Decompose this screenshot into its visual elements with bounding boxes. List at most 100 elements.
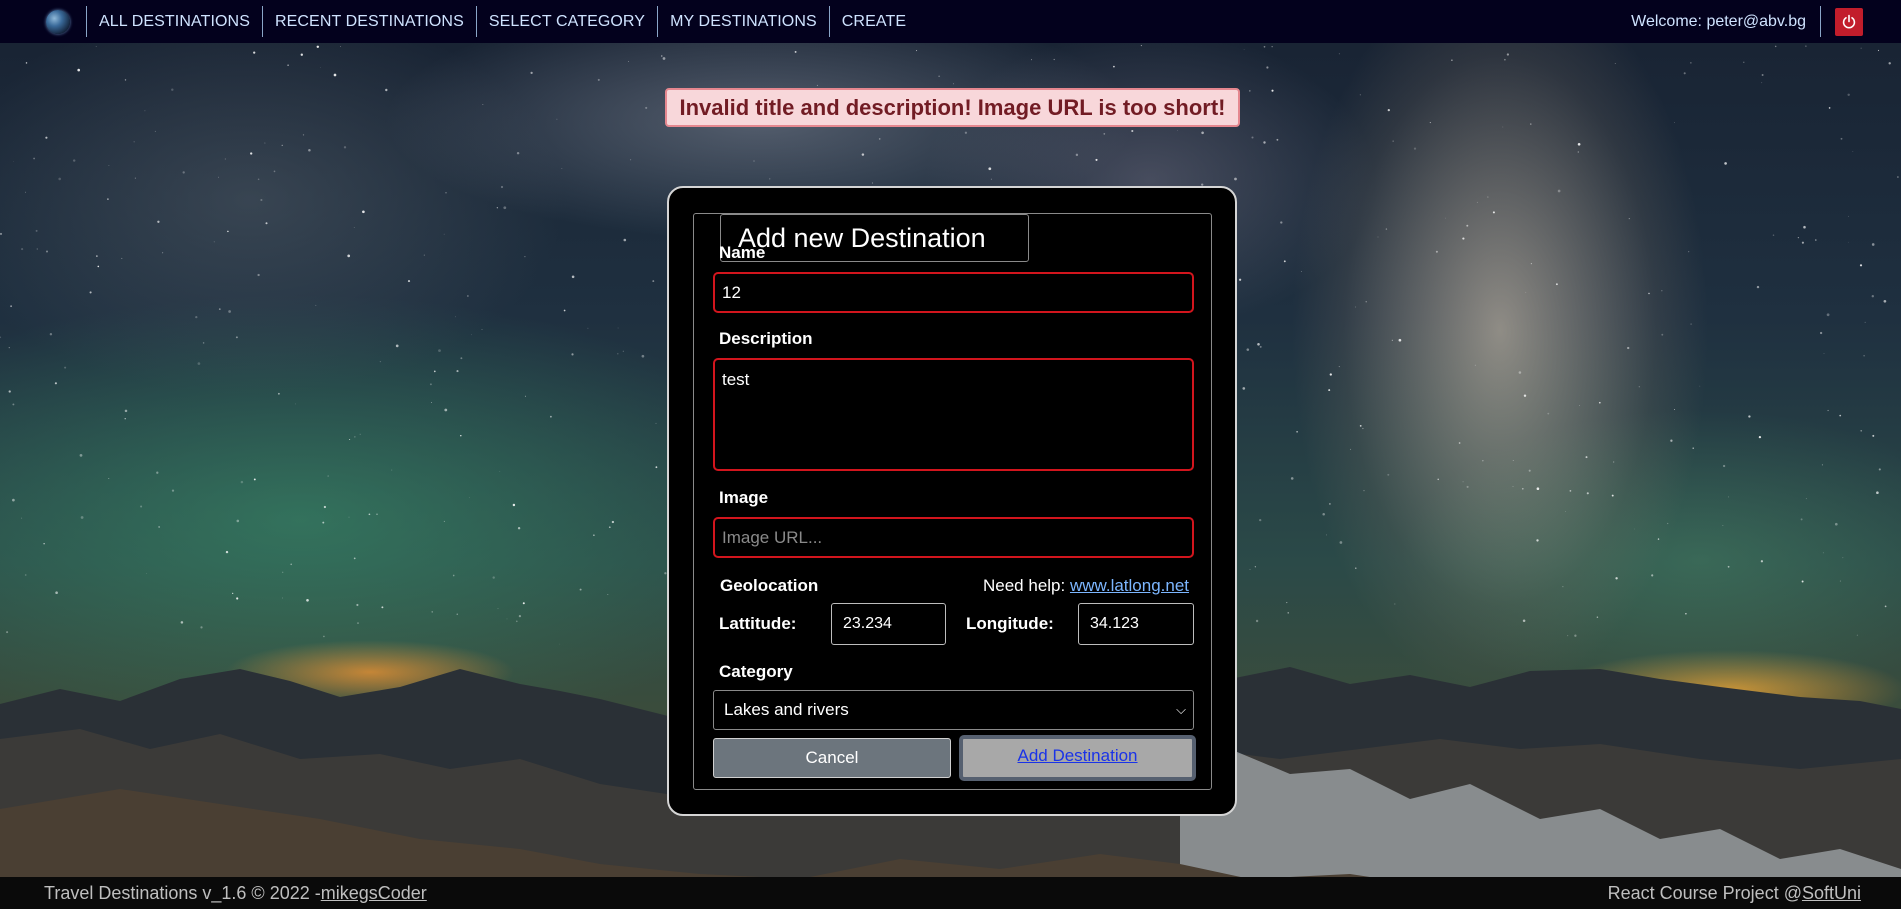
star xyxy=(1243,49,1245,50)
star xyxy=(1280,221,1283,224)
star xyxy=(302,134,305,136)
star xyxy=(1772,234,1775,236)
star xyxy=(1328,389,1331,392)
star xyxy=(257,178,260,181)
author-link[interactable]: mikegsCoder xyxy=(321,883,427,903)
star xyxy=(571,275,575,279)
latitude-label: Lattitude: xyxy=(719,614,797,633)
star xyxy=(33,157,35,160)
star xyxy=(444,408,448,412)
star xyxy=(1458,442,1461,444)
star xyxy=(1661,333,1664,336)
star xyxy=(628,61,629,62)
star xyxy=(1847,241,1849,243)
nav-link-create[interactable]: CREATE xyxy=(828,6,918,37)
star xyxy=(278,392,280,395)
add-destination-button[interactable]: Add Destination xyxy=(959,735,1196,781)
star xyxy=(1842,557,1844,559)
star xyxy=(282,571,284,573)
star xyxy=(77,68,80,72)
logout-button[interactable] xyxy=(1835,7,1863,36)
star xyxy=(121,257,123,259)
star xyxy=(1283,260,1286,263)
star xyxy=(655,466,658,469)
star xyxy=(503,206,507,210)
star xyxy=(499,471,501,472)
star xyxy=(322,521,325,524)
star xyxy=(308,149,311,152)
name-input[interactable] xyxy=(713,272,1194,313)
star xyxy=(287,64,289,67)
star xyxy=(25,191,27,193)
star xyxy=(218,308,221,310)
star xyxy=(1487,196,1489,198)
star xyxy=(1819,331,1823,335)
star xyxy=(952,83,954,85)
star xyxy=(1651,574,1654,577)
star xyxy=(316,45,320,49)
star xyxy=(561,167,563,169)
star xyxy=(608,526,611,529)
image-url-input[interactable] xyxy=(713,517,1194,558)
star xyxy=(500,185,504,189)
star xyxy=(1201,131,1204,135)
star xyxy=(1871,295,1874,298)
latlong-help-link[interactable]: www.latlong.net xyxy=(1070,576,1189,595)
star xyxy=(124,418,126,420)
star xyxy=(630,159,632,161)
star xyxy=(171,489,175,492)
nav-link-recent-destinations[interactable]: RECENT DESTINATIONS xyxy=(261,6,476,37)
star xyxy=(556,118,558,120)
star xyxy=(1177,130,1179,131)
latitude-input[interactable] xyxy=(831,603,946,645)
softuni-link[interactable]: SoftUni xyxy=(1802,883,1861,903)
star xyxy=(1377,236,1379,238)
star xyxy=(353,227,355,228)
star xyxy=(524,395,526,397)
star xyxy=(1103,133,1106,135)
nav-link-all-destinations[interactable]: ALL DESTINATIONS xyxy=(86,6,262,37)
category-label: Category xyxy=(719,662,793,681)
nav-link-select-category[interactable]: SELECT CATEGORY xyxy=(475,6,657,37)
star xyxy=(333,73,337,77)
category-select[interactable]: Lakes and rivers ⌵ xyxy=(713,690,1194,730)
star xyxy=(482,104,484,105)
star xyxy=(1586,492,1589,495)
star xyxy=(964,131,968,134)
star xyxy=(253,478,256,481)
star xyxy=(1363,490,1365,492)
star xyxy=(1365,301,1367,303)
star xyxy=(24,574,27,576)
star xyxy=(1634,528,1635,530)
longitude-input[interactable] xyxy=(1078,603,1194,645)
star xyxy=(1329,373,1332,376)
cancel-button[interactable]: Cancel xyxy=(713,738,951,778)
star xyxy=(1864,321,1866,323)
star xyxy=(1251,136,1254,139)
star xyxy=(290,563,292,566)
star xyxy=(45,136,48,139)
description-textarea[interactable]: test xyxy=(713,358,1194,471)
star xyxy=(443,520,445,522)
star xyxy=(1266,66,1269,69)
star xyxy=(1834,522,1838,526)
star xyxy=(232,592,234,595)
star xyxy=(1801,241,1804,244)
nav-link-my-destinations[interactable]: MY DESTINATIONS xyxy=(657,6,829,37)
star xyxy=(146,573,148,574)
globe-logo-icon[interactable] xyxy=(46,9,70,34)
star xyxy=(171,88,174,91)
star xyxy=(1271,46,1273,48)
star xyxy=(1847,93,1850,97)
star xyxy=(460,357,463,360)
star xyxy=(1800,518,1803,521)
star xyxy=(1113,65,1115,68)
star xyxy=(8,390,11,393)
star xyxy=(133,141,135,143)
star xyxy=(1249,568,1251,570)
star xyxy=(235,336,238,339)
star xyxy=(1760,560,1764,563)
star xyxy=(1462,481,1464,483)
star xyxy=(224,158,227,160)
star xyxy=(320,67,321,68)
